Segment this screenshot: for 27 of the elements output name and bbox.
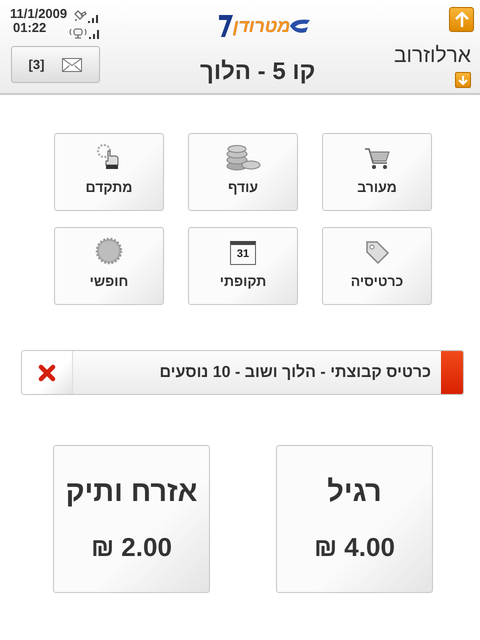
logo-swoosh-icon: [290, 18, 310, 34]
scroll-down-button[interactable]: [455, 72, 471, 88]
logo-mark-icon: [219, 13, 233, 39]
ticket-type-button[interactable]: כרטיסיה: [322, 227, 432, 305]
ticket-type-button[interactable]: מתקדם: [54, 133, 164, 211]
ticket-type-button[interactable]: עודף: [188, 133, 298, 211]
gear-icon: [95, 237, 123, 265]
date-time: 11/1/2009 01:22: [10, 7, 68, 35]
ticket-type-button[interactable]: חופשי: [54, 227, 164, 305]
coins-icon: [225, 145, 261, 171]
logo-text: מטרודן: [233, 17, 290, 35]
envelope-icon: [62, 58, 82, 72]
mail-button[interactable]: [3]: [11, 46, 100, 83]
calendar-icon: 31: [230, 241, 256, 265]
cancel-button[interactable]: [22, 351, 73, 394]
route-title: קו 5 - הלוך: [200, 57, 316, 87]
scroll-up-button[interactable]: [449, 7, 474, 32]
price-tag-icon: [364, 239, 390, 265]
shopping-cart-icon: [364, 147, 390, 171]
ticket-type-button[interactable]: מעורב: [322, 133, 432, 211]
down-arrow-icon: [458, 75, 468, 85]
up-arrow-icon: [454, 12, 468, 28]
close-icon: [38, 364, 56, 382]
status-strip: [441, 351, 463, 394]
selected-ticket-text: כרטיס קבוצתי - הלוך ושוב - 10 נוסעים: [158, 362, 432, 382]
station-name: ארלוזרוב: [394, 43, 471, 69]
network-signal-icon: [68, 27, 102, 40]
